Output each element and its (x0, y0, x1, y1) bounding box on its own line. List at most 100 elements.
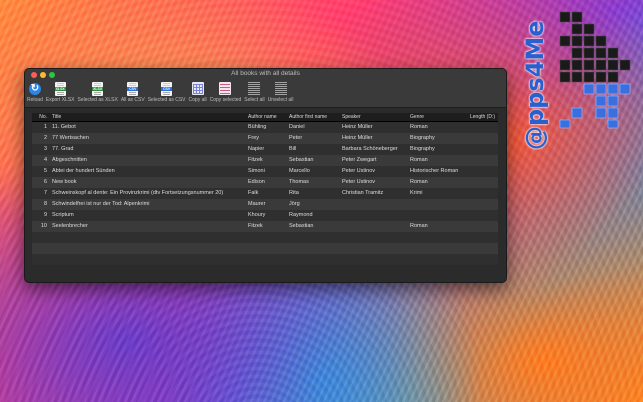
cell-title: Abgeschnitten (52, 157, 87, 163)
cell-speaker: Christian Tramitz (342, 190, 384, 196)
cell-no: 5 (43, 168, 47, 174)
books-table[interactable]: No. Title Author name Author first name … (32, 113, 498, 275)
cell-author-first-name: Rita (289, 190, 299, 196)
cell-title: 11. Gebot (52, 124, 76, 130)
cell-speaker: Peter Zwegart (342, 157, 377, 163)
cell-length (468, 166, 498, 177)
csv-icon: CSV (161, 81, 173, 96)
export-xlsx-button[interactable]: XLSX Export XLSX (46, 80, 75, 103)
empty-table-row (32, 254, 498, 265)
cell-title: Schweinskopf al dente: Ein Provinzkrimi … (52, 190, 224, 196)
table-row[interactable]: 4 Abgeschnitten Fitzek Sebastian Peter Zwega… (32, 155, 498, 166)
select-all-button[interactable]: Select all (244, 80, 265, 103)
cell-no: 7 (43, 190, 47, 196)
cell-speaker (340, 210, 408, 221)
cell-genre: Historischer Roman (410, 168, 459, 174)
cell-speaker: Peter Ustinov (342, 168, 376, 174)
toolbar: ↻ Reload XLSX Export XLSX XLSX Selected … (25, 80, 506, 108)
all-as-csv-button[interactable]: CSV All as CSV (121, 80, 145, 103)
cell-speaker: Heinz Müller (342, 124, 373, 130)
table-row[interactable]: 2 77 Wertsachen Frey Peter Heinz Müller Biogr… (32, 133, 498, 144)
column-header-genre[interactable]: Genre (408, 113, 468, 121)
xlsx-icon: XLSX (54, 81, 66, 96)
table-row[interactable]: 5 Abtei der hundert Sünden Simoni Marcello P… (32, 166, 498, 177)
table-row[interactable]: 9 Scriptum Khoury Raymond (32, 210, 498, 221)
cell-no: 4 (43, 157, 47, 163)
cell-no: 3 (43, 146, 47, 152)
xlsx-icon: XLSX (92, 81, 104, 96)
cell-author-name: Simoni (248, 168, 265, 174)
selected-as-csv-button[interactable]: CSV Selected as CSV (148, 80, 186, 103)
cell-no: 6 (43, 179, 47, 185)
empty-table-row (32, 232, 498, 243)
column-header-speaker[interactable]: Speaker (340, 113, 408, 121)
copy-selected-icon (219, 82, 232, 95)
cell-title: Schwindelfrei ist nur der Tod: Alpenkrim… (52, 201, 150, 207)
cell-author-name: Frey (248, 135, 259, 141)
cell-length (468, 221, 498, 232)
table-row[interactable]: 1 11. Gebot Bühling Daniel Heinz Müller Roman (32, 122, 498, 133)
copy-selected-button[interactable]: Copy selected (210, 80, 241, 103)
table-row[interactable]: 3 77. Grad Napier Bill Barbara Schöneberger B… (32, 144, 498, 155)
column-header-no[interactable]: No. (32, 113, 50, 121)
empty-table-row (32, 243, 498, 254)
table-row[interactable]: 7 Schweinskopf al dente: Ein Provinzkrimi… (32, 188, 498, 199)
cell-no: 2 (43, 135, 47, 141)
cell-length (468, 122, 498, 133)
copy-all-button[interactable]: Copy all (189, 80, 207, 103)
cell-author-name: Fitzek (248, 157, 263, 163)
cell-no: 10 (40, 223, 47, 229)
unselect-all-icon (274, 82, 287, 95)
cell-no: 1 (43, 124, 47, 130)
cell-title: Seelenbrecher (52, 223, 88, 229)
cell-length (468, 133, 498, 144)
column-header-length[interactable]: Length (D:) (468, 113, 498, 121)
cell-author-first-name: Sebastian (289, 223, 314, 229)
selected-as-xlsx-button[interactable]: XLSX Selected as XLSX (78, 80, 118, 103)
title-bar: All books with all details (25, 69, 506, 80)
cell-author-first-name: Sebastian (289, 157, 314, 163)
select-all-icon (248, 82, 261, 95)
cell-author-name: Fitzek (248, 223, 263, 229)
reload-icon: ↻ (28, 82, 41, 95)
cell-speaker: Heinz Müller (342, 135, 373, 141)
window-title: All books with all details (231, 70, 300, 77)
cell-genre (408, 210, 468, 221)
reload-button[interactable]: ↻ Reload (27, 80, 43, 103)
cell-author-first-name: Marcello (289, 168, 310, 174)
cell-length (468, 144, 498, 155)
cell-genre (408, 199, 468, 210)
table-body: 1 11. Gebot Bühling Daniel Heinz Müller Roman… (32, 122, 498, 265)
column-header-author-first-name[interactable]: Author first name (287, 113, 340, 121)
cell-author-name: Falk (248, 190, 259, 196)
table-row[interactable]: 10 Seelenbrecher Fitzek Sebastian Roman (32, 221, 498, 232)
table-row[interactable]: 6 New book Edison Thomas Peter Ustinov Roman (32, 177, 498, 188)
cell-length (468, 177, 498, 188)
apps4me-logo-text: @pps4Me (521, 20, 549, 150)
cell-author-first-name: Jörg (289, 201, 300, 207)
cell-author-name: Khoury (248, 212, 266, 218)
table-row[interactable]: 8 Schwindelfrei ist nur der Tod: Alpenkri… (32, 199, 498, 210)
cell-length (468, 210, 498, 221)
table-header: No. Title Author name Author first name … (32, 113, 498, 122)
column-header-author-name[interactable]: Author name (246, 113, 287, 121)
cell-speaker (340, 221, 408, 232)
cell-genre: Roman (410, 223, 428, 229)
cell-no: 8 (43, 201, 47, 207)
cell-genre: Roman (410, 124, 428, 130)
cell-author-name: Napier (248, 146, 265, 152)
column-header-title[interactable]: Title (50, 113, 246, 121)
cell-title: New book (52, 179, 77, 185)
copy-all-icon (191, 82, 204, 95)
cell-author-first-name: Peter (289, 135, 303, 141)
cell-genre: Roman (410, 179, 428, 185)
cell-author-first-name: Raymond (289, 212, 313, 218)
cell-author-first-name: Thomas (289, 179, 309, 185)
cell-title: Scriptum (52, 212, 74, 218)
cell-author-name: Bühling (248, 124, 267, 130)
cell-author-name: Edison (248, 179, 265, 185)
cell-speaker: Peter Ustinov (342, 179, 376, 185)
cell-length (468, 188, 498, 199)
unselect-all-button[interactable]: Unselect all (268, 80, 293, 103)
cell-title: 77. Grad (52, 146, 74, 152)
